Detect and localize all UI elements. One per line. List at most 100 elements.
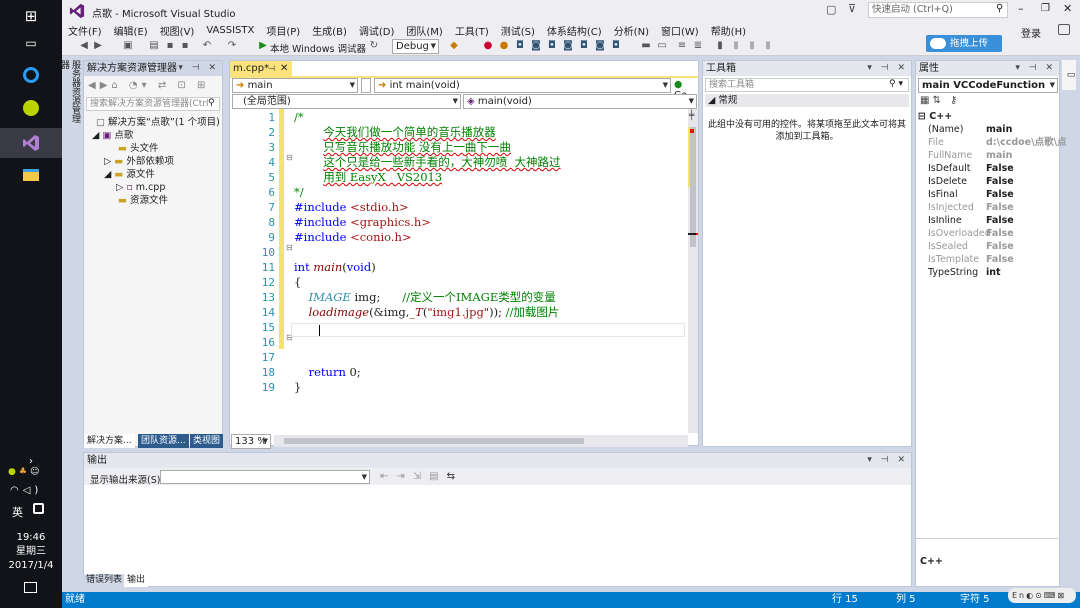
nav-scope-select[interactable]: (全局范围) ▼ <box>232 94 461 109</box>
outline-markers[interactable]: ⊟ ⊟ ⊟ <box>286 113 293 383</box>
split-icon[interactable]: ╪ <box>689 111 694 121</box>
scope-spinner[interactable] <box>361 78 371 93</box>
ime-indicator[interactable]: 英 <box>12 504 23 520</box>
nav-member-select[interactable]: ◈ main(void) ▼ <box>463 94 697 109</box>
tool-icon[interactable]: ▬ <box>640 40 652 52</box>
property-row[interactable]: FullName main <box>916 149 1058 162</box>
code-line[interactable]: #include <graphics.h> <box>294 215 431 230</box>
tray-icons[interactable]: ●♣☺ <box>8 467 42 477</box>
h-scroll-thumb[interactable] <box>284 438 584 444</box>
tab-class-view[interactable]: 类视图 <box>190 434 224 448</box>
people-tray-icon[interactable]: ☺ <box>30 467 42 477</box>
tree-header-files[interactable]: ▬ 头文件 <box>118 142 159 155</box>
minimize-button[interactable]: – <box>1018 2 1024 15</box>
tool-icon[interactable]: ◘ <box>546 40 558 52</box>
property-row[interactable]: IsTemplate False <box>916 253 1058 266</box>
properties-toolbar[interactable]: ▦⇅ ⚷ <box>920 95 960 106</box>
tool-icon[interactable]: ▮ <box>730 40 742 52</box>
menu-item[interactable]: VASSISTX <box>200 25 260 36</box>
property-category[interactable]: ⊟ C++ <box>918 111 952 122</box>
code-line[interactable]: IMAGE img; //定义一个IMAGE类型的变量 <box>294 290 556 305</box>
notification-center-icon[interactable] <box>24 582 37 593</box>
debugger-target-button[interactable]: 本地 Windows 调试器 <box>270 41 366 55</box>
code-line[interactable]: 用到 EasyX VS2013 <box>294 170 442 185</box>
filter-icon[interactable]: ⊽ <box>848 2 856 15</box>
scope-left-select[interactable]: ➜ main ▼ <box>232 78 358 93</box>
quick-launch-input[interactable]: 快速启动 (Ctrl+Q) <box>868 2 1008 18</box>
tool-icon[interactable]: ● <box>482 40 494 52</box>
tree-project[interactable]: ◢ ▣ 点歌 <box>92 129 133 142</box>
property-row[interactable]: TypeString int <box>916 266 1058 279</box>
feedback-icon[interactable]: ▢ <box>826 3 836 16</box>
restore-button[interactable]: ❐ <box>1041 3 1050 14</box>
editor-vertical-scrollbar[interactable]: ╪ <box>688 109 698 433</box>
properties-object-select[interactable]: main VCCodeFunction ▼ <box>918 78 1058 93</box>
search-icon[interactable]: ⚲ <box>208 98 215 108</box>
tool-icon[interactable]: ◙ <box>562 40 574 52</box>
new-project-icon[interactable]: ▣ <box>122 40 134 52</box>
solution-explorer-toolbar[interactable]: ◀▶⌂ ◔▾ ⇄ ⊡ ⊞ <box>88 80 209 91</box>
code-line[interactable]: return 0; <box>294 365 361 380</box>
splitter[interactable] <box>916 538 1058 539</box>
editor-horizontal-scrollbar[interactable] <box>274 435 688 447</box>
menu-item[interactable]: 测试(S) <box>495 23 541 38</box>
menu-item[interactable]: 生成(B) <box>306 23 353 38</box>
scroll-thumb[interactable] <box>690 127 696 247</box>
forward-icon[interactable]: ▶ <box>92 40 104 52</box>
menu-item[interactable]: 编辑(E) <box>108 23 154 38</box>
close-button[interactable]: ✕ <box>1063 2 1072 15</box>
back-icon[interactable]: ◀ <box>78 40 90 52</box>
server-explorer-tab[interactable]: 服务器资源管理器 <box>59 60 80 130</box>
account-icon[interactable] <box>1058 24 1070 35</box>
code-line[interactable]: /* <box>294 110 304 125</box>
code-line[interactable]: loadimage(&img,_T("img1.jpg")); //加载图片 <box>294 305 560 320</box>
tool-icon[interactable]: ≡ <box>676 40 688 52</box>
explorer-app-icon[interactable] <box>17 162 45 188</box>
toolbox-group-general[interactable]: ◢ 常规 <box>705 94 909 107</box>
output-source-select[interactable]: ▼ <box>160 470 370 484</box>
tool-icon[interactable]: ◘ <box>578 40 590 52</box>
code-line[interactable]: int main(void) <box>294 260 376 275</box>
menu-item[interactable]: 体系结构(C) <box>541 23 608 38</box>
panel-controls[interactable]: ▾ ⊣ ✕ <box>867 61 908 76</box>
tab-m-cpp[interactable]: m.cpp* ⊣ ✕ <box>230 61 292 76</box>
tree-resource-files[interactable]: ▬ 资源文件 <box>118 194 168 207</box>
tool-icon[interactable]: ▭ <box>656 40 668 52</box>
solution-config-select[interactable]: Debug ▼ <box>392 39 439 54</box>
search-icon[interactable]: ⚲ ▾ <box>889 79 903 89</box>
side-tab[interactable]: ▭ <box>1062 60 1076 90</box>
scope-mid-select[interactable]: ➜ int main(void) ▼ <box>374 78 671 93</box>
tab-output[interactable]: 输出 <box>124 574 149 587</box>
property-row[interactable]: IsDefault False <box>916 162 1058 175</box>
undo-icon[interactable]: ↶ <box>201 40 213 52</box>
tool-icon[interactable]: ≣ <box>692 40 704 52</box>
property-row[interactable]: (Name) main <box>916 123 1058 136</box>
property-row[interactable]: IsInjected False <box>916 201 1058 214</box>
menu-item[interactable]: 项目(P) <box>260 23 306 38</box>
code-line[interactable]: 今天我们做一个简单的音乐播放器 <box>294 125 496 140</box>
code-line[interactable]: 只写音乐播放功能 没有上一曲下一曲 <box>294 140 511 155</box>
tool-icon[interactable]: ◘ <box>514 40 526 52</box>
property-row[interactable]: IsOverloaded False <box>916 227 1058 240</box>
ime-toolbar[interactable]: En◐⊙⌨⊠ <box>1008 588 1076 603</box>
tool-icon[interactable]: ▮ <box>746 40 758 52</box>
pin-icon[interactable]: ⊣ <box>268 61 275 76</box>
property-row[interactable]: IsFinal False <box>916 188 1058 201</box>
code-line[interactable]: { <box>294 275 301 290</box>
menu-item[interactable]: 工具(T) <box>449 23 495 38</box>
search-icon[interactable]: ⚲ <box>996 3 1003 14</box>
player-app-icon[interactable] <box>17 95 45 121</box>
network-tray-icon[interactable]: ● <box>8 467 19 477</box>
tool-icon[interactable]: ◆ <box>448 40 460 52</box>
tree-external-deps[interactable]: ▷ ▬ 外部依赖项 <box>104 155 174 168</box>
menu-item[interactable]: 文件(F) <box>62 23 108 38</box>
zoom-select[interactable]: 133 % ▼ <box>231 434 271 449</box>
browser-app-icon[interactable] <box>17 62 45 88</box>
save-icon[interactable]: ▪ <box>164 40 176 52</box>
property-row[interactable]: IsInline False <box>916 214 1058 227</box>
open-file-icon[interactable]: ▤ <box>148 40 160 52</box>
code-line[interactable]: #include <conio.h> <box>294 230 412 245</box>
solution-search-input[interactable]: 搜索解决方案资源管理器(Ctrl <box>86 97 220 111</box>
output-tools[interactable]: ⇤⇥⇲▤⇆ <box>380 471 463 482</box>
attach-icon[interactable]: ↻ <box>368 40 380 52</box>
